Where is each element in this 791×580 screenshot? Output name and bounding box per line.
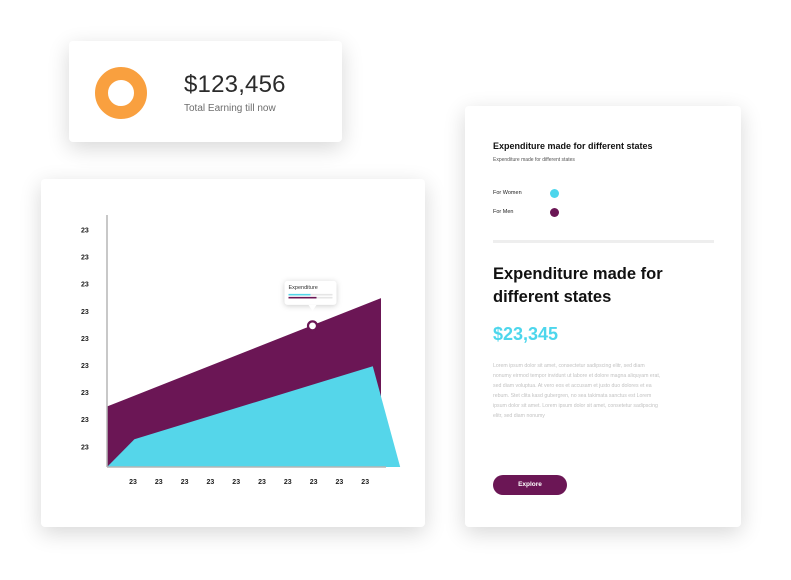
total-earnings-label: Total Earning till now (184, 103, 276, 114)
x-tick-label: 23 (232, 479, 240, 486)
x-tick-label: 23 (361, 479, 369, 486)
data-point-marker[interactable] (306, 320, 319, 332)
info-title: Expenditure made for different states (493, 141, 653, 151)
total-earnings-card: $123,456 Total Earning till now (69, 41, 342, 142)
x-tick-label: 23 (129, 479, 137, 486)
y-tick-label: 23 (81, 363, 89, 370)
y-tick-label: 23 (81, 417, 89, 424)
expenditure-info-card: Expenditure made for different states Ex… (465, 106, 741, 527)
expenditure-amount: $23,345 (493, 324, 559, 344)
x-tick-label: 23 (310, 479, 318, 486)
x-tick-label: 23 (336, 479, 344, 486)
x-tick-label: 23 (284, 479, 292, 486)
tooltip-arrow (308, 304, 317, 311)
tooltip-bar-men (288, 296, 317, 299)
y-tick-label: 23 (81, 228, 89, 235)
info-subtitle: Expenditure made for different states (493, 157, 575, 163)
legend-dot-icon (550, 189, 559, 198)
legend-dot-icon (550, 208, 559, 217)
x-tick-label: 23 (258, 479, 266, 486)
info-description: Lorem ipsum dolor sit amet, consectetur … (493, 363, 661, 419)
info-headline: Expenditure made for different states (493, 265, 663, 306)
legend-item-men: For Men (493, 207, 563, 219)
x-tick-label: 23 (181, 479, 189, 486)
y-tick-label: 23 (81, 282, 89, 289)
x-tick-label: 23 (207, 479, 215, 486)
tooltip-label: Expenditure (289, 285, 318, 291)
y-tick-label: 23 (81, 336, 89, 343)
earnings-donut-icon (95, 67, 147, 119)
x-tick-label: 23 (155, 479, 163, 486)
tooltip-bar-track (310, 293, 333, 296)
total-earnings-value: $123,456 (184, 71, 286, 98)
explore-button[interactable]: Explore (493, 475, 567, 495)
y-tick-label: 23 (81, 255, 89, 262)
divider (493, 240, 714, 243)
legend-item-women: For Women (493, 188, 563, 200)
tooltip-bar-women (288, 293, 311, 296)
y-tick-label: 23 (81, 390, 89, 397)
legend-label: For Women (493, 190, 522, 196)
legend-label: For Men (493, 209, 514, 215)
y-tick-label: 23 (81, 444, 89, 451)
tooltip-bar-track (316, 296, 333, 299)
y-tick-label: 23 (81, 309, 89, 316)
expenditure-chart-card: 23 23 23 23 23 23 23 23 23 23 23 23 23 23 23 23 23 23 23 … (41, 179, 425, 527)
area-chart: 232323232323232323 23 23 23 23 23 23 23 23 23 23 … (81, 215, 401, 486)
